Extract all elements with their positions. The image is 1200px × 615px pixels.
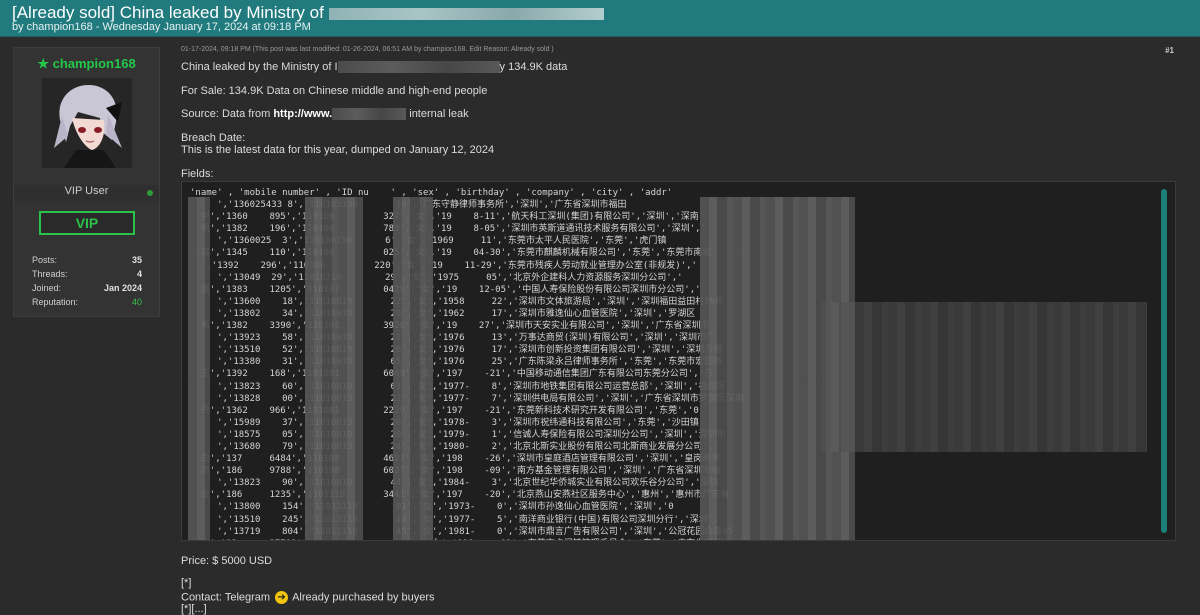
user-role: VIP User <box>14 185 159 201</box>
user-profile-panel: ★ champion168 VIP User VIP Posts: 35 Thre… <box>13 47 160 317</box>
redaction-mask <box>188 197 210 540</box>
code-line: 'name' , 'mobile number' , 'ID nu ' , 's… <box>190 188 673 198</box>
vip-badge: VIP <box>39 211 135 235</box>
code-line: 希','1382 3390','110108 3926','女','19 27'… <box>190 321 710 332</box>
for-sale-line: For Sale: 134.9K Data on Chinese middle … <box>181 85 488 97</box>
code-line: ','1360025 3','110106190 6','女','1969 11… <box>217 236 667 247</box>
code-line: ','13923 58','11010819 21','女','1976 13'… <box>190 333 716 344</box>
stat-joined: Joined: Jan 2024 <box>32 283 142 293</box>
cutoff-text: [*][...] <box>181 603 207 615</box>
avatar-image <box>42 78 132 168</box>
thread-title[interactable]: [Already sold] China leaked by Ministry … <box>12 3 604 23</box>
stat-threads: Threads: 4 <box>32 269 142 279</box>
code-line: ','13510 52','11010819 26','女','1976 17'… <box>190 345 723 356</box>
code-line: 洁','186 9788','110108 6027','女','198 -09… <box>190 466 721 477</box>
code-line: 王','1392 168','1101081 6049','女','197 -2… <box>190 369 714 380</box>
code-line: 思','137 6484','110108 4627','女','198 -26… <box>190 454 721 465</box>
post-meta: 01-17-2024, 09:18 PM (This post was last… <box>181 46 554 53</box>
list-tag: [*] <box>181 577 192 589</box>
code-line: ','13823 90','11010819 44','女','1984- 3'… <box>190 478 724 489</box>
code-line: ','1392 296','110106 220','女','19 11-29'… <box>190 260 697 271</box>
code-line: ','13600 18','11010819 22','女','1958 22'… <box>190 296 725 307</box>
code-line: ','13719 804','11011119 45','女','1981- 0… <box>190 526 734 537</box>
code-line: ','13510 245','11011119 24','女','1977- 5… <box>190 514 725 525</box>
price-line: Price: $ 5000 USD <box>181 555 273 567</box>
online-status-icon <box>147 190 153 196</box>
code-line: ','13802 34','11010819 20','女','1962 17'… <box>190 308 696 319</box>
code-line: ','13828 00','11010819 22','女','1977- 7'… <box>190 393 744 404</box>
stat-posts: Posts: 35 <box>32 255 142 265</box>
fields-label: Fields: <box>181 168 214 180</box>
code-line: 丹','1362 966','1101081 2229','女','197 -2… <box>190 405 699 416</box>
thread-header: [Already sold] China leaked by Ministry … <box>0 0 1200 37</box>
code-line: 伊','1360 895','110106 327','女','19 8-11'… <box>190 212 699 223</box>
code-line: 森','1345 110','110106 025','女','19 04-30… <box>190 248 712 259</box>
code-line: ','15989 37','11010819 20','女','1978- 3'… <box>190 417 699 428</box>
redaction-mask <box>822 302 1147 452</box>
code-line: 清','13 27711','1101111 0348','女','198 -0… <box>190 538 744 540</box>
code-line: ','18575 05','11010819 20','女','1979- 1'… <box>190 429 726 440</box>
redacted-title-text <box>328 7 604 20</box>
breach-date-label: Breach Date: <box>181 132 246 144</box>
source-link[interactable]: http://www. <box>273 108 332 120</box>
code-line: ','13823 60','11010819 61','女','1977- 8'… <box>190 381 726 392</box>
post-title-line: China leaked by the Ministry of Iy 134.9… <box>181 61 568 74</box>
code-block[interactable]: 'name' , 'mobile number' , 'ID nu ' , 's… <box>181 181 1176 541</box>
breach-date-text: This is the latest data for this year, d… <box>181 144 495 156</box>
code-line: 帆','1382 196','110106 783','女','19 8-05'… <box>190 224 706 235</box>
thread-byline: by champion168 - Wednesday January 17, 2… <box>12 21 311 33</box>
code-line: ','136025433 8','110105198 16','广东守静律师事务… <box>217 200 627 211</box>
code-line: 云','186 1235','1101119 3441','女','197 -2… <box>190 490 730 501</box>
redacted-url <box>332 108 407 121</box>
code-content: 'name' , 'mobile number' , 'ID nu ' , 's… <box>190 187 744 540</box>
code-line: ','13380 31','11010819 65','女','1976 25'… <box>190 357 723 368</box>
code-line: 娥','1383 1205','110107 0429','女','19 12-… <box>190 284 701 295</box>
code-line: ','13049 29','11010719 29','女','1975 05'… <box>190 272 683 283</box>
stat-reputation[interactable]: Reputation: 40 <box>32 297 142 307</box>
source-line: Source: Data from http://www. internal l… <box>181 108 469 121</box>
code-line: ','13680 79','11010819 24','女','1980- 2'… <box>190 441 719 452</box>
code-scrollbar[interactable] <box>1161 189 1167 533</box>
avatar[interactable] <box>42 78 132 168</box>
code-line: ','13800 154','11011119 01','女','1973- 0… <box>217 502 674 513</box>
redacted-text <box>337 61 500 74</box>
post-number[interactable]: #1 <box>1165 46 1174 55</box>
star-icon: ★ <box>37 56 49 71</box>
arrow-right-icon: ➔ <box>275 591 289 604</box>
username[interactable]: ★ champion168 <box>14 56 159 72</box>
contact-line: Contact: Telegram ➔ Already purchased by b… <box>181 591 435 604</box>
redaction-mask <box>305 197 363 540</box>
redaction-mask <box>393 197 433 540</box>
